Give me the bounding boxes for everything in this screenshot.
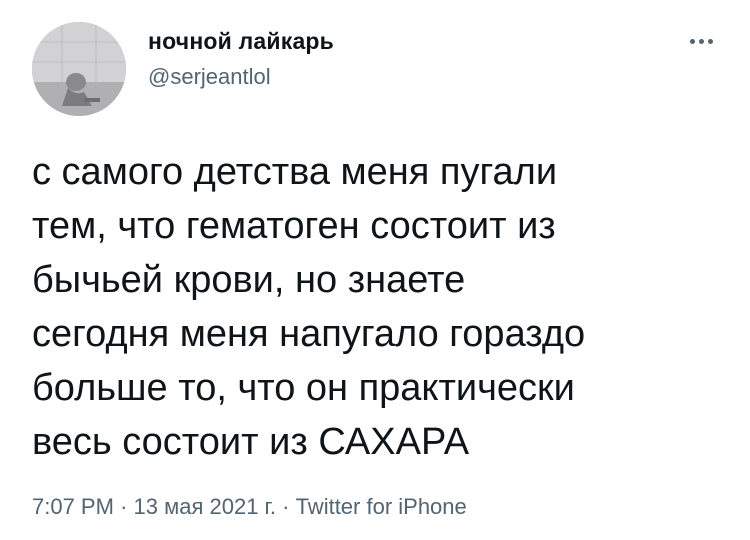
meta-separator: · bbox=[120, 494, 128, 519]
more-options-button[interactable] bbox=[676, 26, 726, 56]
tweet-text-line: больше то, что он практически bbox=[32, 367, 575, 409]
tweet-text: с самого детства меня пугали тем, что ге… bbox=[32, 145, 722, 469]
tweet-text-line: тем, что гематоген состоит из bbox=[32, 205, 556, 247]
tweet-text-line: весь состоит из САХАРА bbox=[32, 421, 470, 463]
tweet-time[interactable]: 7:07 PM bbox=[32, 494, 114, 519]
more-dot bbox=[689, 38, 695, 44]
tweet-text-line: бычьей крови, но знаете bbox=[32, 259, 466, 301]
user-handle[interactable]: @serjeantlol bbox=[148, 64, 271, 90]
more-dot bbox=[698, 38, 704, 44]
display-name[interactable]: ночной лайкарь bbox=[148, 28, 334, 55]
tweet-text-line: сегодня меня напугало гораздо bbox=[32, 313, 586, 355]
avatar[interactable] bbox=[32, 22, 126, 116]
tweet-date[interactable]: 13 мая 2021 г. bbox=[134, 494, 276, 519]
tweet-source[interactable]: Twitter for iPhone bbox=[296, 494, 467, 519]
tweet-card: ночной лайкарь @serjeantlol с самого дет… bbox=[0, 0, 750, 540]
more-dot bbox=[707, 38, 713, 44]
tweet-text-line: с самого детства меня пугали bbox=[32, 151, 558, 193]
tweet-meta: 7:07 PM · 13 мая 2021 г. · Twitter for i… bbox=[32, 494, 467, 520]
meta-separator: · bbox=[282, 494, 290, 519]
avatar-image bbox=[32, 22, 126, 116]
